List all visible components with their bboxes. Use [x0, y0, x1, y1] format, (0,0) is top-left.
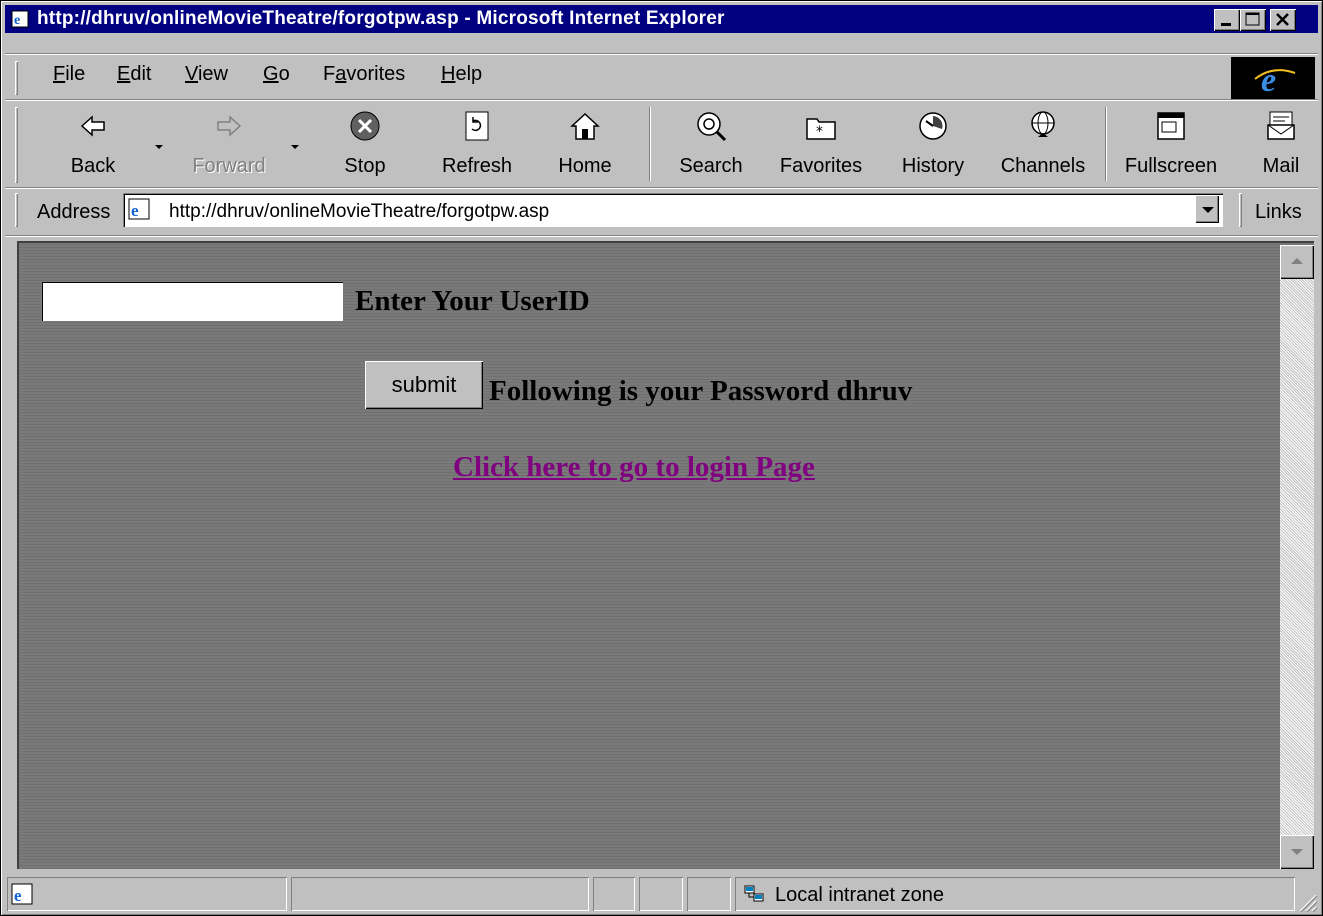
stop-icon	[350, 111, 380, 141]
vertical-scrollbar[interactable]	[1280, 245, 1314, 869]
band-separator	[5, 235, 1318, 237]
home-icon	[570, 112, 600, 140]
band-separator	[5, 53, 1318, 55]
maximize-icon	[1245, 12, 1260, 26]
ie-logo-icon: e	[1254, 62, 1296, 99]
zone-label: Local intranet zone	[775, 884, 945, 906]
userid-input[interactable]	[41, 281, 343, 321]
intranet-zone-icon	[744, 885, 764, 902]
password-message: Following is your Password dhruv	[489, 375, 913, 407]
home-button[interactable]: Home	[541, 105, 629, 185]
ie-status-icon: e	[11, 883, 33, 905]
back-dropdown[interactable]	[149, 105, 169, 185]
menu-file[interactable]: File	[53, 63, 85, 86]
status-progress-pane	[291, 877, 589, 911]
page-content: Enter Your UserID submit Following is yo…	[17, 241, 1314, 869]
addressbar-grip[interactable]	[15, 193, 18, 227]
chevron-down-icon	[1202, 207, 1214, 213]
login-page-link[interactable]: Click here to go to login Page	[453, 451, 815, 484]
scroll-up-button[interactable]	[1280, 245, 1314, 279]
menu-bar: File Edit View Go Favorites Help	[5, 57, 1318, 99]
address-url: http://dhruv/onlineMovieTheatre/forgotpw…	[169, 201, 550, 222]
refresh-icon	[465, 111, 489, 141]
resize-grip-icon[interactable]	[1294, 889, 1318, 913]
svg-text:e: e	[14, 886, 22, 905]
address-dropdown-button[interactable]	[1195, 195, 1219, 223]
ie-page-icon: e	[11, 10, 29, 28]
menu-favorites[interactable]: Favorites	[323, 63, 405, 86]
favorites-folder-icon: *	[806, 118, 836, 140]
mail-button[interactable]: Mail	[1251, 105, 1311, 185]
address-label: Address	[37, 201, 111, 223]
fullscreen-button[interactable]: Fullscreen	[1115, 105, 1227, 185]
forward-arrow-icon	[217, 115, 242, 137]
history-icon	[919, 112, 947, 140]
menu-help[interactable]: Help	[441, 63, 482, 86]
maximize-button[interactable]	[1240, 9, 1266, 31]
status-pane	[639, 877, 683, 911]
ie-throbber: e	[1231, 57, 1315, 99]
chevron-down-icon	[291, 145, 299, 149]
scroll-down-button[interactable]	[1280, 835, 1314, 869]
submit-button[interactable]: submit	[365, 361, 483, 409]
back-button[interactable]: Back	[45, 105, 141, 185]
back-arrow-icon	[80, 115, 105, 137]
menu-go[interactable]: Go	[263, 63, 290, 86]
minimize-icon	[1221, 23, 1231, 26]
page-icon: e	[128, 198, 150, 220]
forward-dropdown[interactable]	[285, 105, 305, 185]
minimize-button[interactable]	[1214, 9, 1240, 31]
status-pane	[687, 877, 731, 911]
close-button[interactable]	[1270, 9, 1296, 31]
search-button[interactable]: Search	[669, 105, 753, 185]
fullscreen-icon	[1157, 112, 1185, 140]
search-icon	[697, 112, 727, 142]
channels-globe-icon	[1031, 111, 1055, 137]
toolbar-separator	[1105, 107, 1107, 181]
svg-text:*: *	[816, 124, 823, 140]
status-pane	[593, 877, 635, 911]
svg-text:e: e	[14, 13, 20, 28]
status-zone-pane: Local intranet zone	[735, 877, 1295, 911]
arrow-up-icon	[1291, 258, 1303, 264]
address-input[interactable]: e http://dhruv/onlineMovieTheatre/forgot…	[123, 193, 1223, 227]
channels-button[interactable]: Channels	[991, 105, 1095, 185]
favorites-button[interactable]: * Favorites	[771, 105, 871, 185]
forward-button[interactable]: Forward	[181, 105, 277, 185]
standard-toolbar: Back Forward Stop Refresh Home Search * …	[5, 101, 1318, 187]
toolbar-grip[interactable]	[15, 107, 18, 183]
chevron-down-icon	[155, 145, 163, 149]
close-icon	[1276, 13, 1289, 26]
toolbar-separator	[649, 107, 651, 181]
browser-window: e http://dhruv/onlineMovieTheatre/forgot…	[0, 0, 1323, 916]
links-grip[interactable]	[1239, 193, 1242, 227]
userid-label: Enter Your UserID	[355, 285, 590, 317]
status-bar: e Local intranet zone	[5, 875, 1318, 913]
refresh-button[interactable]: Refresh	[427, 105, 527, 185]
stop-button[interactable]: Stop	[325, 105, 405, 185]
svg-text:e: e	[131, 201, 139, 220]
menubar-grip[interactable]	[15, 61, 18, 95]
arrow-down-icon	[1291, 849, 1303, 855]
address-bar: Address e http://dhruv/onlineMovieTheatr…	[5, 189, 1318, 233]
status-text-pane: e	[7, 877, 287, 911]
title-bar[interactable]: e http://dhruv/onlineMovieTheatre/forgot…	[5, 5, 1318, 33]
links-button[interactable]: Links	[1255, 201, 1302, 224]
menu-view[interactable]: View	[185, 63, 228, 86]
menu-edit[interactable]: Edit	[117, 63, 151, 86]
mail-icon	[1267, 111, 1295, 140]
history-button[interactable]: History	[889, 105, 977, 185]
svg-text:e: e	[1261, 62, 1276, 99]
window-title: http://dhruv/onlineMovieTheatre/forgotpw…	[37, 8, 725, 29]
